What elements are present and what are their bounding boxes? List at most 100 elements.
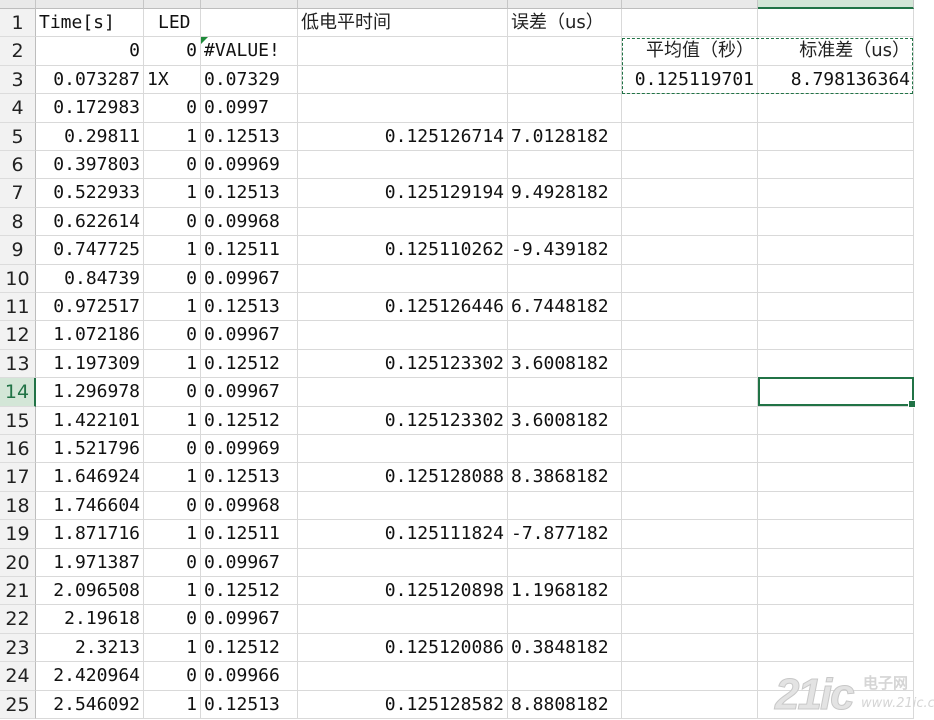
cell-f14[interactable] bbox=[622, 378, 758, 407]
cell-b18[interactable]: 0 bbox=[144, 491, 201, 521]
cell-e10[interactable] bbox=[508, 264, 622, 293]
cell-b5[interactable]: 1 bbox=[144, 122, 201, 151]
cell-g20[interactable] bbox=[758, 548, 914, 577]
cell-e14[interactable] bbox=[508, 378, 622, 407]
cell-b10[interactable]: 0 bbox=[144, 264, 201, 293]
cell-e4[interactable] bbox=[508, 94, 622, 123]
cell-d1[interactable]: 低电平时间 bbox=[298, 9, 508, 38]
cell-b16[interactable]: 0 bbox=[144, 435, 201, 464]
cell-e2[interactable] bbox=[508, 37, 622, 66]
cell-e5[interactable]: 7.0128182 bbox=[508, 122, 622, 151]
cell-d5[interactable]: 0.125126714 bbox=[298, 122, 508, 151]
cell-f24[interactable] bbox=[622, 662, 758, 691]
cell-c12[interactable]: 0.09967 bbox=[201, 321, 298, 350]
cell-d17[interactable]: 0.125128088 bbox=[298, 463, 508, 492]
cell-a11[interactable]: 0.972517 bbox=[36, 293, 144, 322]
row-header-18[interactable]: 18 bbox=[0, 491, 36, 521]
cell-e7[interactable]: 9.4928182 bbox=[508, 179, 622, 208]
row-header-25[interactable]: 25 bbox=[0, 690, 36, 719]
row-header-15[interactable]: 15 bbox=[0, 406, 36, 435]
cell-c5[interactable]: 0.12513 bbox=[201, 122, 298, 151]
cell-f11[interactable] bbox=[622, 293, 758, 322]
column-header-d[interactable]: D bbox=[298, 0, 508, 9]
cell-a19[interactable]: 1.871716 bbox=[36, 520, 144, 549]
cell-e24[interactable] bbox=[508, 662, 622, 691]
cell-f15[interactable] bbox=[622, 406, 758, 435]
row-header-12[interactable]: 12 bbox=[0, 321, 36, 350]
cell-g18[interactable] bbox=[758, 491, 914, 521]
cell-g17[interactable] bbox=[758, 463, 914, 492]
cell-e1[interactable]: 误差（us） bbox=[508, 9, 622, 38]
cell-b22[interactable]: 0 bbox=[144, 605, 201, 634]
cell-c18[interactable]: 0.09968 bbox=[201, 491, 298, 521]
cell-a23[interactable]: 2.3213 bbox=[36, 633, 144, 663]
cell-g4[interactable] bbox=[758, 94, 914, 123]
column-header-e[interactable]: E bbox=[508, 0, 622, 9]
cell-d3[interactable] bbox=[298, 65, 508, 95]
cell-d4[interactable] bbox=[298, 94, 508, 123]
cell-d6[interactable] bbox=[298, 151, 508, 180]
cell-a13[interactable]: 1.197309 bbox=[36, 349, 144, 379]
cell-c20[interactable]: 0.09967 bbox=[201, 548, 298, 577]
cell-a17[interactable]: 1.646924 bbox=[36, 463, 144, 492]
cell-c4[interactable]: 0.0997 bbox=[201, 94, 298, 123]
cell-f5[interactable] bbox=[622, 122, 758, 151]
cell-c1[interactable] bbox=[201, 9, 298, 38]
cell-e18[interactable] bbox=[508, 491, 622, 521]
cell-b1[interactable]: LED bbox=[144, 9, 201, 38]
cell-a9[interactable]: 0.747725 bbox=[36, 236, 144, 265]
row-header-20[interactable]: 20 bbox=[0, 548, 36, 577]
cell-g10[interactable] bbox=[758, 264, 914, 293]
cell-b9[interactable]: 1 bbox=[144, 236, 201, 265]
row-header-3[interactable]: 3 bbox=[0, 65, 36, 95]
cell-f23[interactable] bbox=[622, 633, 758, 663]
cell-c3[interactable]: 0.07329 bbox=[201, 65, 298, 95]
cell-f7[interactable] bbox=[622, 179, 758, 208]
cell-e3[interactable] bbox=[508, 65, 622, 95]
cell-c17[interactable]: 0.12513 bbox=[201, 463, 298, 492]
column-header-b[interactable]: B bbox=[144, 0, 201, 9]
active-cell-selection[interactable] bbox=[758, 377, 916, 408]
cell-a3[interactable]: 0.073287 bbox=[36, 65, 144, 95]
cell-g13[interactable] bbox=[758, 349, 914, 379]
cell-b13[interactable]: 1 bbox=[144, 349, 201, 379]
column-header-f[interactable]: F bbox=[622, 0, 758, 9]
cell-d18[interactable] bbox=[298, 491, 508, 521]
cell-e22[interactable] bbox=[508, 605, 622, 634]
cell-f17[interactable] bbox=[622, 463, 758, 492]
cell-c9[interactable]: 0.12511 bbox=[201, 236, 298, 265]
cell-g5[interactable] bbox=[758, 122, 914, 151]
cell-d10[interactable] bbox=[298, 264, 508, 293]
cell-a2[interactable]: 0 bbox=[36, 37, 144, 66]
row-header-4[interactable]: 4 bbox=[0, 94, 36, 123]
cell-c21[interactable]: 0.12512 bbox=[201, 577, 298, 606]
row-header-16[interactable]: 16 bbox=[0, 435, 36, 464]
row-header-2[interactable]: 2 bbox=[0, 37, 36, 66]
cell-c13[interactable]: 0.12512 bbox=[201, 349, 298, 379]
cell-e25[interactable]: 8.8808182 bbox=[508, 690, 622, 719]
cell-a15[interactable]: 1.422101 bbox=[36, 406, 144, 435]
row-header-6[interactable]: 6 bbox=[0, 151, 36, 180]
cell-f1[interactable] bbox=[622, 9, 758, 38]
cell-c19[interactable]: 0.12511 bbox=[201, 520, 298, 549]
cell-b20[interactable]: 0 bbox=[144, 548, 201, 577]
cell-a14[interactable]: 1.296978 bbox=[36, 378, 144, 407]
cell-d22[interactable] bbox=[298, 605, 508, 634]
cell-g8[interactable] bbox=[758, 207, 914, 237]
cell-e6[interactable] bbox=[508, 151, 622, 180]
cell-d9[interactable]: 0.125110262 bbox=[298, 236, 508, 265]
cell-g1[interactable] bbox=[758, 9, 914, 38]
cell-e21[interactable]: 1.1968182 bbox=[508, 577, 622, 606]
cell-d19[interactable]: 0.125111824 bbox=[298, 520, 508, 549]
cell-d25[interactable]: 0.125128582 bbox=[298, 690, 508, 719]
cell-f4[interactable] bbox=[622, 94, 758, 123]
cell-d11[interactable]: 0.125126446 bbox=[298, 293, 508, 322]
cell-e19[interactable]: -7.877182 bbox=[508, 520, 622, 549]
row-header-7[interactable]: 7 bbox=[0, 179, 36, 208]
cell-g9[interactable] bbox=[758, 236, 914, 265]
cell-b24[interactable]: 0 bbox=[144, 662, 201, 691]
cell-d7[interactable]: 0.125129194 bbox=[298, 179, 508, 208]
cell-b6[interactable]: 0 bbox=[144, 151, 201, 180]
cell-f8[interactable] bbox=[622, 207, 758, 237]
cell-d24[interactable] bbox=[298, 662, 508, 691]
